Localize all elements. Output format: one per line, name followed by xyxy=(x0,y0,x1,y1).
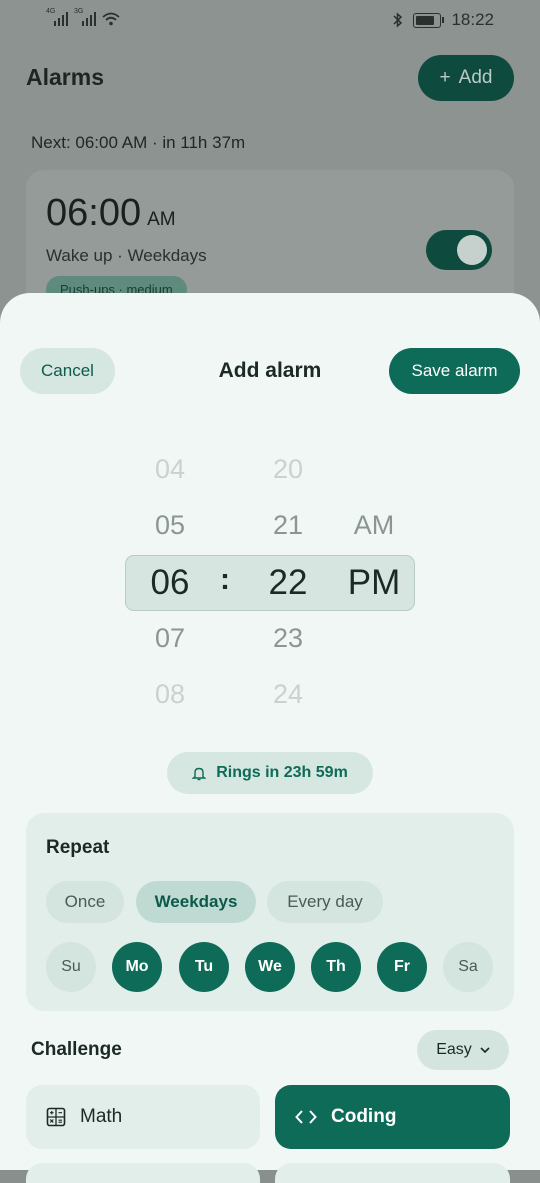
day-toggle-thursday[interactable]: Th xyxy=(311,942,361,992)
challenge-heading: Challenge xyxy=(31,1039,122,1060)
challenge-option-peek xyxy=(26,1163,260,1183)
wifi-icon xyxy=(102,12,120,26)
hour-option[interactable]: 08 xyxy=(125,679,215,710)
add-alarm-sheet: Cancel Add alarm Save alarm 04 05 06 07 … xyxy=(0,293,540,1183)
difficulty-value: Easy xyxy=(436,1041,472,1058)
challenge-option-peek xyxy=(275,1163,510,1183)
time-separator: : xyxy=(220,563,230,596)
challenge-label-math: Math xyxy=(80,1106,123,1127)
ampm-option[interactable]: AM xyxy=(329,510,419,541)
network-type-label: 4G xyxy=(46,8,56,15)
minute-selected[interactable]: 22 xyxy=(243,563,333,603)
day-toggle-monday[interactable]: Mo xyxy=(112,942,162,992)
cellular-signal-icon: 4G xyxy=(46,8,68,26)
page-title: Alarms xyxy=(26,64,104,90)
day-toggle-sunday[interactable]: Su xyxy=(46,942,96,992)
rings-in-badge: Rings in 23h 59m xyxy=(167,752,373,794)
code-icon xyxy=(295,1109,317,1125)
repeat-option-every-day[interactable]: Every day xyxy=(267,881,383,923)
alarm-toggle[interactable] xyxy=(426,230,492,270)
repeat-option-weekdays[interactable]: Weekdays xyxy=(136,881,256,923)
rings-in-text: Rings in 23h 59m xyxy=(216,764,348,781)
ampm-selected[interactable]: PM xyxy=(329,563,419,603)
day-toggle-wednesday[interactable]: We xyxy=(245,942,295,992)
repeat-section: Repeat Once Weekdays Every day Su Mo Tu … xyxy=(26,813,514,1011)
next-alarm-text: Next: 06:00 AM · in 11h 37m xyxy=(31,133,246,152)
day-toggle-saturday[interactable]: Sa xyxy=(443,942,493,992)
alarm-subtitle: Wake up · Weekdays xyxy=(46,246,207,265)
status-time: 18:22 xyxy=(451,10,494,29)
hour-option[interactable]: 04 xyxy=(125,454,215,485)
minute-option[interactable]: 23 xyxy=(243,623,333,654)
battery-icon xyxy=(413,12,445,28)
day-toggle-friday[interactable]: Fr xyxy=(377,942,427,992)
alarm-time-value: 06:00 xyxy=(46,192,142,234)
chevron-down-icon xyxy=(480,1046,490,1053)
repeat-heading: Repeat xyxy=(46,837,110,858)
bluetooth-icon xyxy=(393,12,403,28)
save-alarm-button[interactable]: Save alarm xyxy=(389,348,520,394)
hour-option[interactable]: 05 xyxy=(125,510,215,541)
alarm-time: 06:00 AM xyxy=(46,192,176,235)
challenge-option-coding[interactable]: Coding xyxy=(275,1085,510,1149)
minute-option[interactable]: 21 xyxy=(243,510,333,541)
minute-option[interactable]: 20 xyxy=(243,454,333,485)
add-alarm-button[interactable]: + Add xyxy=(418,55,514,101)
day-toggle-tuesday[interactable]: Tu xyxy=(179,942,229,992)
calculator-icon xyxy=(46,1107,66,1127)
challenge-label-coding: Coding xyxy=(331,1106,397,1127)
bell-icon xyxy=(192,767,207,780)
network-type-label-2: 3G xyxy=(74,8,84,15)
difficulty-dropdown[interactable]: Easy xyxy=(417,1030,509,1070)
alarm-ampm: AM xyxy=(147,209,176,230)
minute-option[interactable]: 24 xyxy=(243,679,333,710)
hour-option[interactable]: 07 xyxy=(125,623,215,654)
challenge-option-math[interactable]: Math xyxy=(26,1085,260,1149)
plus-icon: + xyxy=(439,67,451,88)
add-label: Add xyxy=(458,67,493,88)
status-bar: 4G 3G 18:22 xyxy=(0,0,540,40)
cellular-signal-icon-2: 3G xyxy=(74,8,96,26)
repeat-option-once[interactable]: Once xyxy=(46,881,124,923)
hour-selected[interactable]: 06 xyxy=(125,563,215,603)
